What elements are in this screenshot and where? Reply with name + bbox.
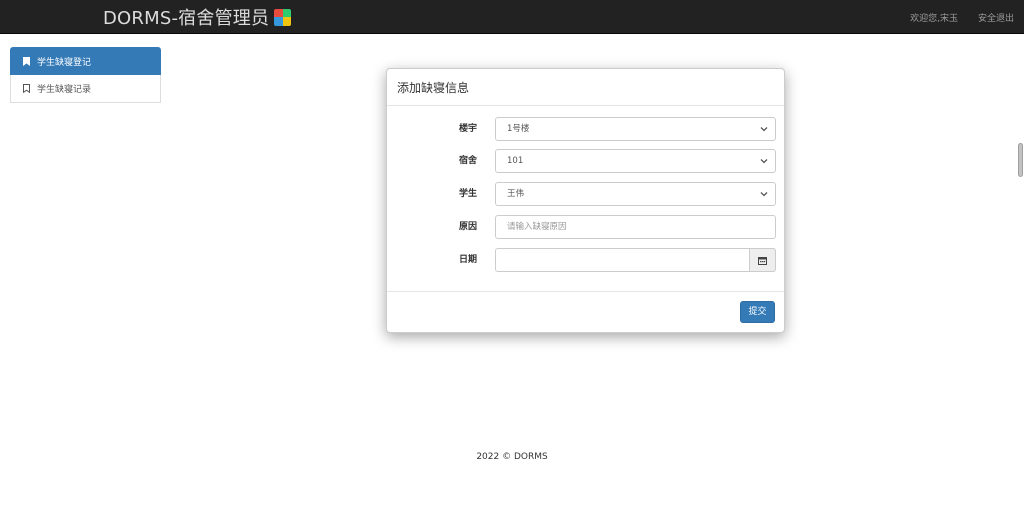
sidebar-item-absence-records[interactable]: 学生缺寝记录	[10, 75, 161, 103]
modal-header: 添加缺寝信息	[387, 69, 784, 106]
sidebar: 学生缺寝登记 学生缺寝记录	[10, 47, 161, 103]
brand-title: DORMS-宿舍管理员	[103, 8, 270, 29]
dorm-label: 宿舍	[458, 156, 477, 166]
chevron-down-icon	[760, 127, 768, 132]
building-label: 楼宇	[458, 124, 477, 134]
brand-logo-icon	[274, 8, 292, 26]
form-row-building: 楼宇 1号楼	[387, 117, 786, 141]
sidebar-item-label: 学生缺寝记录	[37, 85, 92, 95]
submit-button[interactable]: 提交	[740, 301, 775, 323]
modal-footer-divider	[387, 291, 784, 292]
bookmark-filled-icon	[23, 56, 30, 66]
calendar-icon	[758, 256, 767, 265]
student-label: 学生	[458, 189, 477, 199]
sidebar-item-label: 学生缺寝登记	[37, 57, 92, 68]
page-footer: 2022 © DORMS	[476, 452, 548, 462]
building-select[interactable]: 1号楼	[495, 117, 776, 141]
form-row-date: 日期	[387, 248, 786, 272]
student-select-value: 王伟	[507, 189, 525, 199]
brand[interactable]: DORMS-宿舍管理员	[103, 5, 292, 29]
reason-input[interactable]: 请输入缺寝原因	[495, 215, 776, 239]
modal-title: 添加缺寝信息	[397, 80, 470, 95]
reason-label: 原因	[458, 222, 477, 232]
form-row-student: 学生 王伟	[387, 182, 786, 206]
scrollbar-thumb[interactable]	[1018, 143, 1023, 177]
chevron-down-icon	[760, 159, 768, 164]
form-row-dorm: 宿舍 101	[387, 149, 786, 173]
logout-link[interactable]: 安全退出	[978, 11, 1014, 24]
student-select[interactable]: 王伟	[495, 182, 776, 206]
calendar-button[interactable]	[749, 248, 776, 272]
dorm-select[interactable]: 101	[495, 149, 776, 173]
reason-input-placeholder: 请输入缺寝原因	[507, 222, 567, 232]
building-select-value: 1号楼	[507, 124, 530, 134]
add-absence-modal: 添加缺寝信息 楼宇 1号楼 宿舍 101 学生 王伟 原因 请输入缺寝原因 日期	[386, 68, 785, 333]
bookmark-outline-icon	[23, 84, 30, 93]
date-label: 日期	[458, 255, 477, 265]
navbar-right: 欢迎您,宋玉 安全退出	[910, 0, 1014, 34]
chevron-down-icon	[760, 192, 768, 197]
dorm-select-value: 101	[507, 156, 524, 166]
form-row-reason: 原因 请输入缺寝原因	[387, 215, 786, 239]
sidebar-item-absence-register[interactable]: 学生缺寝登记	[10, 47, 161, 75]
top-navbar: DORMS-宿舍管理员 欢迎您,宋玉 安全退出	[0, 0, 1024, 34]
date-input[interactable]	[495, 248, 776, 272]
welcome-user-link[interactable]: 欢迎您,宋玉	[910, 11, 958, 24]
